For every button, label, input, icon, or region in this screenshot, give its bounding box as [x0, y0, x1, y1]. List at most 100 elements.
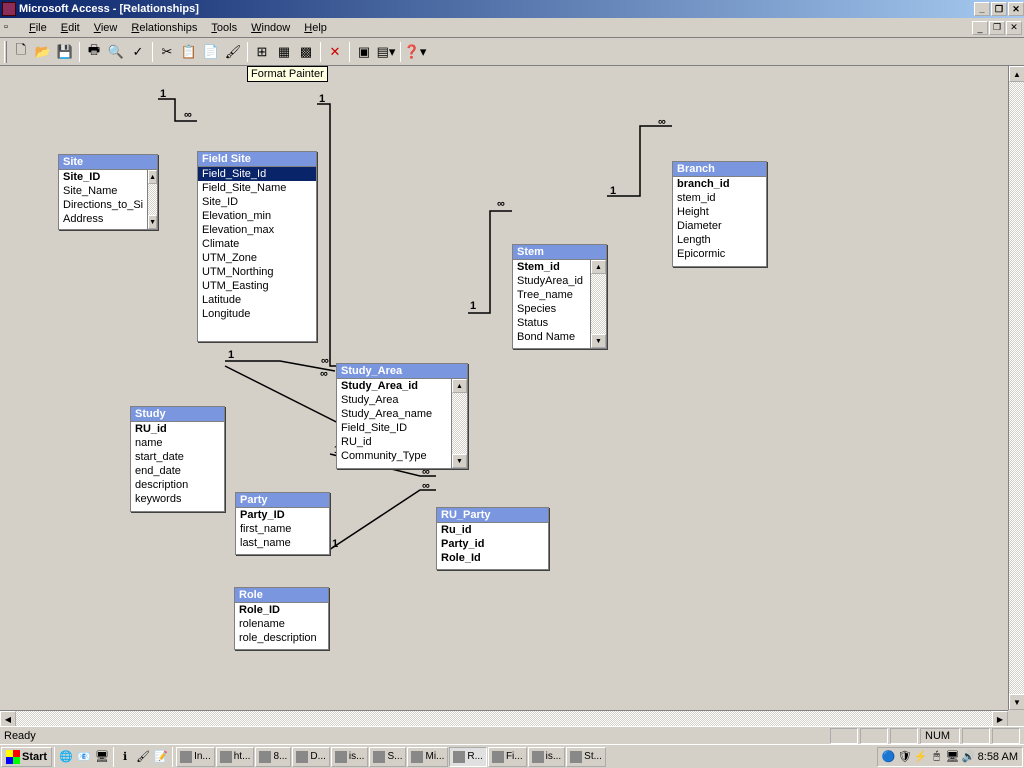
close-button[interactable]: ✕ — [1008, 2, 1024, 16]
table-field[interactable]: branch_id — [673, 177, 766, 191]
clock[interactable]: 8:58 AM — [978, 751, 1018, 763]
table-field[interactable]: Role_ID — [235, 603, 328, 617]
mdi-close-button[interactable]: ✕ — [1006, 21, 1022, 35]
table-field[interactable]: Field_Site_Name — [198, 181, 316, 195]
table-field[interactable]: Site_Name — [59, 184, 147, 198]
table-title[interactable]: Role — [235, 588, 328, 603]
table-field[interactable]: Longitude — [198, 307, 316, 321]
table-field[interactable]: Community_Type — [337, 449, 451, 463]
table-field[interactable]: role_description — [235, 631, 328, 645]
table-field[interactable]: Length — [673, 233, 766, 247]
table-title[interactable]: Site — [59, 155, 157, 170]
table-party[interactable]: PartyParty_IDfirst_namelast_name — [235, 492, 330, 555]
table-field[interactable]: RU_id — [131, 422, 224, 436]
table-title[interactable]: Study — [131, 407, 224, 422]
taskbar-button[interactable]: R... — [449, 747, 487, 767]
taskbar-button[interactable]: D... — [292, 747, 330, 767]
relationships-canvas[interactable]: 1 ∞ 1 ∞ 1 ∞ 1 ∞ 1 ∞ ∞ 1 ∞ 1 ∞ SiteSite_I… — [0, 66, 1008, 710]
quicklaunch-icon[interactable]: 📝 — [152, 748, 170, 766]
table-study[interactable]: StudyRU_idnamestart_dateend_datedescript… — [130, 406, 225, 512]
table-field[interactable]: name — [131, 436, 224, 450]
table-field[interactable]: RU_id — [337, 435, 451, 449]
menu-tools[interactable]: Tools — [204, 20, 244, 36]
vertical-scrollbar[interactable]: ▲ ▼ — [1008, 66, 1024, 710]
tray-icon[interactable]: 🖱 — [930, 750, 944, 764]
tray-icon[interactable]: 🖥 — [946, 750, 960, 764]
minimize-button[interactable]: _ — [974, 2, 990, 16]
table-field[interactable]: Elevation_min — [198, 209, 316, 223]
table-field[interactable]: Field_Site_Id — [198, 167, 316, 181]
table-field[interactable]: Bond Name — [513, 330, 590, 344]
menu-file[interactable]: File — [22, 20, 54, 36]
table-branch[interactable]: Branchbranch_idstem_idHeightDiameterLeng… — [672, 161, 767, 267]
taskbar-button[interactable]: Fi... — [488, 747, 527, 767]
spelling-icon[interactable]: ✓ — [127, 41, 149, 63]
taskbar-button[interactable]: ht... — [216, 747, 255, 767]
table-field[interactable]: Latitude — [198, 293, 316, 307]
menu-view[interactable]: View — [87, 20, 125, 36]
table-field[interactable]: description — [131, 478, 224, 492]
table-title[interactable]: Party — [236, 493, 329, 508]
table-field[interactable]: Study_Area — [337, 393, 451, 407]
table-field[interactable]: start_date — [131, 450, 224, 464]
table-title[interactable]: RU_Party — [437, 508, 548, 523]
horizontal-scrollbar[interactable]: ◀ ▶ — [0, 710, 1008, 726]
table-field[interactable]: stem_id — [673, 191, 766, 205]
tray-icon[interactable]: 🛡 — [898, 750, 912, 764]
quicklaunch-icon[interactable]: 📧 — [75, 748, 93, 766]
show-all-icon[interactable]: ▩ — [295, 41, 317, 63]
scroll-right-icon[interactable]: ▶ — [992, 711, 1008, 726]
table-field[interactable]: last_name — [236, 536, 329, 550]
table-field[interactable]: rolename — [235, 617, 328, 631]
table-field[interactable]: Site_ID — [59, 170, 147, 184]
taskbar-button[interactable]: In... — [176, 747, 215, 767]
taskbar-button[interactable]: Mi... — [407, 747, 448, 767]
table-field[interactable]: Status — [513, 316, 590, 330]
table-fieldsite[interactable]: Field SiteField_Site_IdField_Site_NameSi… — [197, 151, 317, 342]
table-scrollbar[interactable]: ▲▼ — [590, 260, 606, 348]
new-icon[interactable]: 🗋 — [10, 41, 32, 63]
taskbar-button[interactable]: is... — [331, 747, 369, 767]
new-object-icon[interactable]: ▤▾ — [375, 41, 397, 63]
table-field[interactable]: end_date — [131, 464, 224, 478]
taskbar-button[interactable]: S... — [369, 747, 406, 767]
taskbar-button[interactable]: 8... — [255, 747, 291, 767]
table-field[interactable]: Address — [59, 212, 147, 226]
menu-relationships[interactable]: Relationships — [124, 20, 204, 36]
table-field[interactable]: Site_ID — [198, 195, 316, 209]
table-field[interactable]: Elevation_max — [198, 223, 316, 237]
scroll-left-icon[interactable]: ◀ — [0, 711, 16, 726]
taskbar-button[interactable]: is... — [528, 747, 566, 767]
quicklaunch-icon[interactable]: ℹ — [116, 748, 134, 766]
show-direct-icon[interactable]: ▦ — [273, 41, 295, 63]
quicklaunch-icon[interactable]: 🌐 — [57, 748, 75, 766]
table-title[interactable]: Branch — [673, 162, 766, 177]
tray-icon[interactable]: ⚡ — [914, 750, 928, 764]
table-field[interactable]: Role_Id — [437, 551, 548, 565]
table-field[interactable]: Party_ID — [236, 508, 329, 522]
table-field[interactable]: Party_id — [437, 537, 548, 551]
table-ruparty[interactable]: RU_PartyRu_idParty_idRole_Id — [436, 507, 549, 570]
table-field[interactable]: Study_Area_name — [337, 407, 451, 421]
mdi-restore-button[interactable]: ❐ — [989, 21, 1005, 35]
table-field[interactable]: keywords — [131, 492, 224, 506]
table-field[interactable]: UTM_Northing — [198, 265, 316, 279]
table-field[interactable]: Study_Area_id — [337, 379, 451, 393]
table-role[interactable]: RoleRole_IDrolenamerole_description — [234, 587, 329, 650]
table-field[interactable]: Height — [673, 205, 766, 219]
clear-layout-icon[interactable]: ✕ — [324, 41, 346, 63]
table-scrollbar[interactable]: ▲▼ — [147, 170, 157, 229]
paste-icon[interactable]: 📄 — [200, 41, 222, 63]
table-field[interactable]: Directions_to_Si — [59, 198, 147, 212]
help-icon[interactable]: ❓▾ — [404, 41, 426, 63]
cut-icon[interactable]: ✂ — [156, 41, 178, 63]
table-title[interactable]: Field Site — [198, 152, 316, 167]
table-field[interactable]: StudyArea_id — [513, 274, 590, 288]
table-field[interactable]: Ru_id — [437, 523, 548, 537]
table-stem[interactable]: StemStem_idStudyArea_idTree_nameSpeciesS… — [512, 244, 607, 349]
mdi-minimize-button[interactable]: _ — [972, 21, 988, 35]
table-field[interactable]: UTM_Zone — [198, 251, 316, 265]
table-field[interactable]: Species — [513, 302, 590, 316]
taskbar-button[interactable]: St... — [566, 747, 606, 767]
restore-button[interactable]: ❐ — [991, 2, 1007, 16]
